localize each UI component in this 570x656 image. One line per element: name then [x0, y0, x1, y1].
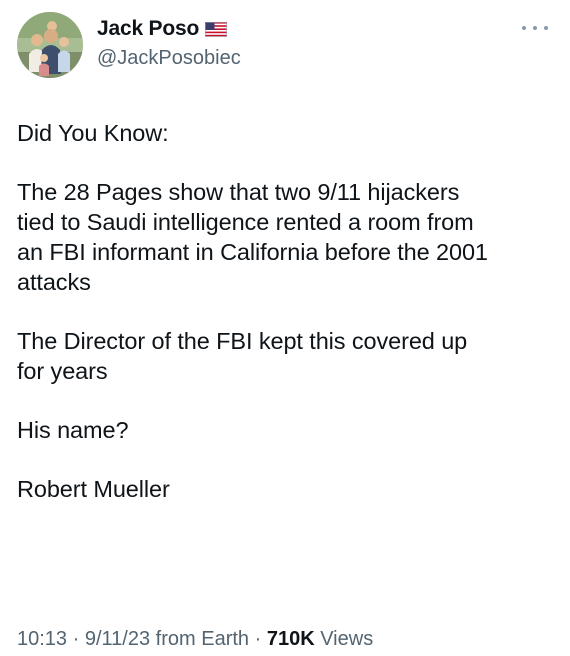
meta-separator: ·	[72, 628, 80, 650]
tweet-paragraph: Robert Mueller	[17, 476, 170, 502]
tweet-time[interactable]: 10:13	[17, 628, 67, 650]
tweet-paragraph: The Director of the FBI kept this covere…	[17, 328, 468, 384]
more-options-icon[interactable]	[522, 22, 548, 34]
tweet-paragraph: His name?	[17, 417, 129, 443]
more-dot	[544, 26, 548, 30]
more-dot	[533, 26, 537, 30]
more-dot	[522, 26, 526, 30]
tweet-paragraph: Did You Know:	[17, 120, 169, 146]
display-name[interactable]: Jack Poso	[97, 17, 199, 41]
tweet-meta: 10:13 · 9/11/23 from Earth · 710K Views	[17, 628, 373, 651]
avatar[interactable]	[17, 12, 83, 78]
user-handle[interactable]: @JackPosobiec	[97, 47, 241, 70]
us-flag-icon	[205, 21, 228, 37]
meta-separator: ·	[254, 628, 262, 650]
tweet-source: from Earth	[155, 628, 250, 650]
views-count[interactable]: 710K	[267, 628, 315, 650]
tweet-paragraph: The 28 Pages show that two 9/11 hijacker…	[17, 179, 488, 295]
tweet-date[interactable]: 9/11/23	[85, 628, 150, 650]
tweet-card: Jack Poso @JackPosobiec Did You Know: Th…	[0, 0, 570, 656]
views-label[interactable]: Views	[320, 628, 373, 650]
avatar-photo	[17, 12, 83, 78]
author-name-row[interactable]: Jack Poso	[97, 17, 228, 41]
tweet-text: Did You Know: The 28 Pages show that two…	[17, 118, 557, 504]
